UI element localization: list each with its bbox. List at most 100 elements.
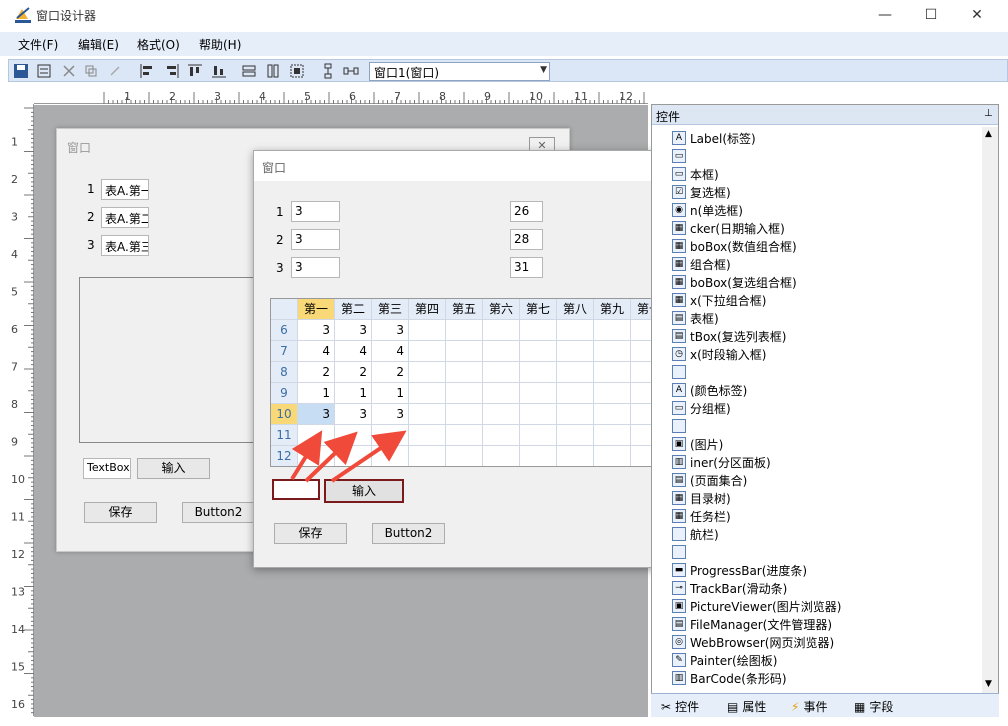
control-label: 组合框) (690, 257, 731, 272)
input-button[interactable]: 输入 (137, 458, 210, 479)
control-label: ProgressBar(进度条) (690, 563, 808, 578)
paste-icon[interactable] (107, 63, 123, 79)
tab-label: 属性 (742, 700, 767, 714)
control-item[interactable]: ◉ n(单选框) (672, 201, 743, 219)
control-label: PictureViewer(图片浏览器) (690, 599, 842, 614)
tab-controls[interactable]: ✂ 控件 (661, 698, 699, 715)
align-right-icon[interactable] (164, 63, 180, 79)
control-icon: ▤ (672, 329, 686, 343)
same-width-icon[interactable] (241, 63, 257, 79)
panel-tabs: ✂ 控件 ▤ 属性 ⚡ 事件 ▦ 字段 (651, 693, 999, 717)
control-item[interactable]: ▦ boBox(复选组合框) (672, 273, 797, 291)
align-top-icon[interactable] (187, 63, 203, 79)
control-icon: ▣ (672, 437, 686, 451)
control-item[interactable]: ▤ (页面集合) (672, 471, 747, 489)
control-item[interactable] (672, 363, 690, 381)
control-item[interactable]: 航栏) (672, 525, 719, 543)
control-item[interactable]: ▣ (图片) (672, 435, 723, 453)
menu-edit[interactable]: 编辑(E) (78, 36, 119, 53)
close-icon[interactable]: ✕ (962, 4, 992, 26)
control-item[interactable] (672, 543, 690, 561)
ruler-label: 10 (529, 90, 543, 103)
control-item[interactable]: ▭ 分组框) (672, 399, 731, 417)
control-item[interactable]: ▤ FileManager(文件管理器) (672, 615, 832, 633)
control-item[interactable]: ▦ boBox(数值组合框) (672, 237, 797, 255)
control-icon (672, 419, 686, 433)
object-selector-combo[interactable]: 窗口1(窗口) ▼ (369, 62, 550, 81)
control-item[interactable]: ▦ 任务栏) (672, 507, 731, 525)
scroll-up-icon[interactable]: ▲ (985, 129, 992, 139)
control-item[interactable]: A Label(标签) (672, 129, 756, 147)
control-item[interactable]: A (颜色标签) (672, 381, 747, 399)
control-item[interactable]: ☑ 复选框) (672, 183, 731, 201)
align-left-icon[interactable] (139, 63, 155, 79)
ruler-label: 16 (11, 698, 25, 711)
same-height-icon[interactable] (265, 63, 281, 79)
panel-scrollbar[interactable]: ▲ ▼ (982, 127, 998, 693)
control-item[interactable]: ▭ (672, 147, 690, 165)
control-item[interactable]: ▥ BarCode(条形码) (672, 669, 787, 687)
copy-icon[interactable] (83, 63, 99, 79)
minimize-icon[interactable]: — (870, 4, 900, 26)
control-item[interactable]: ▦ 目录树) (672, 489, 731, 507)
ruler-label: 9 (11, 436, 18, 449)
control-item[interactable]: ▦ x(下拉组合框) (672, 291, 766, 309)
same-size-icon[interactable] (289, 63, 305, 79)
control-item[interactable]: ▬ ProgressBar(进度条) (672, 561, 807, 579)
save-all-icon[interactable] (36, 63, 52, 79)
cut-icon[interactable] (61, 63, 77, 79)
control-icon: ▤ (672, 473, 686, 487)
field-input[interactable]: 表A.第三 (101, 235, 149, 256)
control-item[interactable]: ▤ 表框) (672, 309, 719, 327)
menu-file[interactable]: 文件(F) (18, 36, 58, 53)
h-spacing-icon[interactable] (343, 63, 359, 79)
control-label: 复选框) (690, 185, 731, 200)
control-item[interactable]: ▤ tBox(复选列表框) (672, 327, 786, 345)
control-item[interactable] (672, 417, 690, 435)
maximize-icon[interactable]: ☐ (916, 4, 946, 26)
table-placeholder[interactable] (79, 277, 259, 443)
ruler-label: 2 (169, 90, 176, 103)
align-bottom-icon[interactable] (211, 63, 227, 79)
row-number: 1 (87, 182, 95, 196)
control-item[interactable]: ▦ cker(日期输入框) (672, 219, 785, 237)
menu-bar: 文件(F) 编辑(E) 格式(O) 帮助(H) (0, 32, 1008, 56)
wrench-icon: ✂ (661, 699, 672, 714)
menu-format[interactable]: 格式(O) (137, 36, 180, 53)
control-label: (页面集合) (690, 473, 748, 488)
ruler-label: 8 (439, 90, 446, 103)
v-spacing-icon[interactable] (320, 63, 336, 79)
save-icon[interactable] (13, 63, 29, 79)
button2[interactable]: Button2 (182, 502, 255, 523)
control-item[interactable]: ✎ Painter(绘图板) (672, 651, 777, 669)
tab-fields[interactable]: ▦ 字段 (854, 698, 893, 715)
control-item[interactable]: ▥ iner(分区面板) (672, 453, 771, 471)
menu-help[interactable]: 帮助(H) (199, 36, 241, 53)
control-item[interactable]: ▦ 组合框) (672, 255, 731, 273)
ruler-label: 5 (11, 286, 18, 299)
tab-events[interactable]: ⚡ 事件 (791, 698, 827, 715)
control-label: Label(标签) (690, 131, 756, 146)
control-item[interactable]: ▣ PictureViewer(图片浏览器) (672, 597, 841, 615)
field-input[interactable]: 表A.第一 (101, 179, 149, 200)
control-label: (图片) (690, 437, 724, 452)
vertical-ruler-ticks: 12345678910111213141516 (11, 107, 34, 714)
save-button[interactable]: 保存 (84, 502, 157, 523)
control-item[interactable]: ▭ 本框) (672, 165, 719, 183)
control-icon: ▦ (672, 275, 686, 289)
control-label: x(时段输入框) (690, 347, 767, 362)
pin-icon[interactable]: ⊥ (984, 108, 993, 119)
control-icon: ⊸ (672, 581, 686, 595)
field-input[interactable]: 表A.第二 (101, 207, 149, 228)
control-item[interactable]: ◷ x(时段输入框) (672, 345, 766, 363)
control-item[interactable]: ◎ WebBrowser(网页浏览器) (672, 633, 834, 651)
control-icon: ▭ (672, 401, 686, 415)
textbox[interactable]: TextBox (83, 458, 131, 479)
ruler-label: 8 (11, 398, 18, 411)
control-label: n(单选框) (690, 203, 743, 218)
control-label: cker(日期输入框) (690, 221, 785, 236)
control-item[interactable]: ⊸ TrackBar(滑动条) (672, 579, 787, 597)
scroll-down-icon[interactable]: ▼ (985, 679, 992, 689)
tab-properties[interactable]: ▤ 属性 (727, 698, 766, 715)
ruler-label: 7 (394, 90, 401, 103)
